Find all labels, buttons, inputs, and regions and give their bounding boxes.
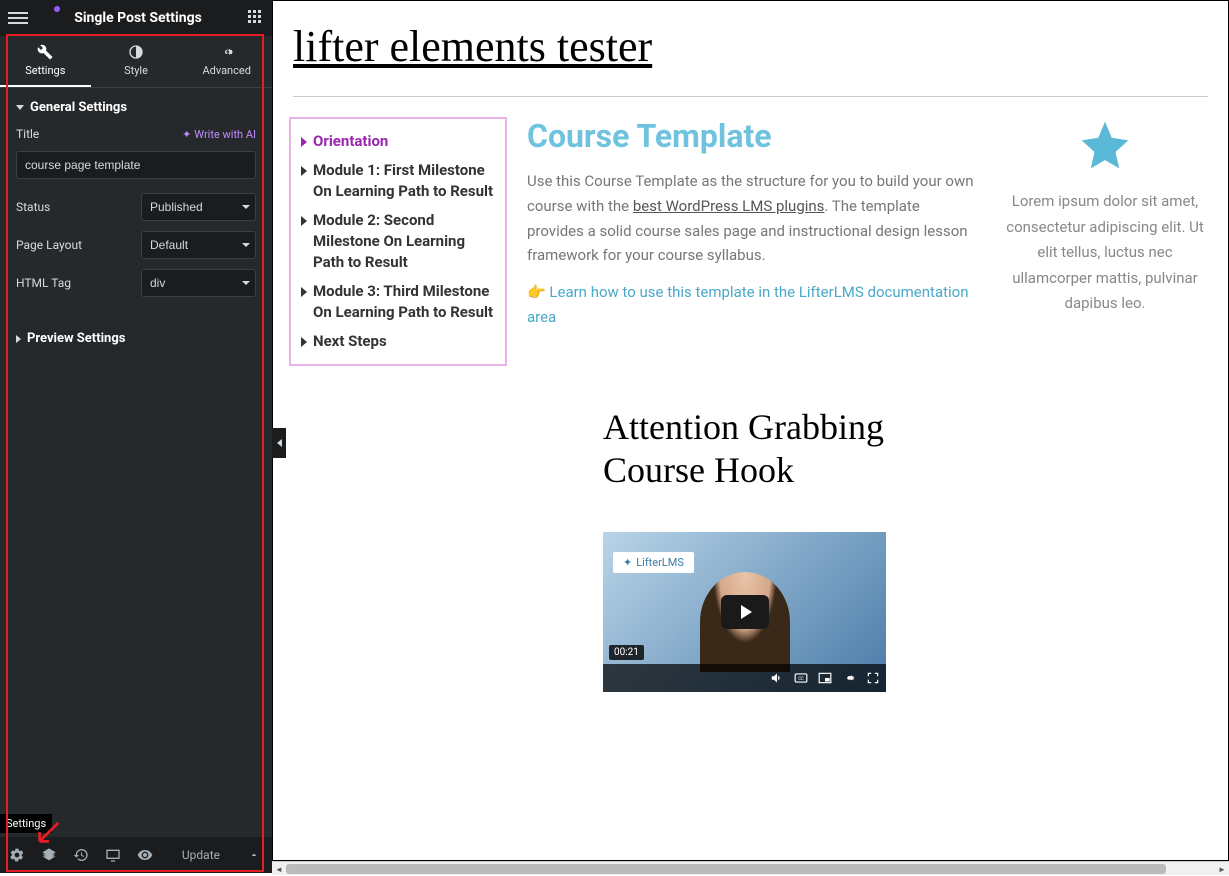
layers-icon	[41, 847, 57, 863]
video-controls: CC	[603, 664, 886, 692]
site-title-link[interactable]: lifter elements tester	[273, 1, 1228, 96]
panel-title: Single Post Settings	[28, 10, 248, 26]
preview-button[interactable]	[136, 846, 154, 864]
collapse-sidebar-button[interactable]	[272, 428, 286, 458]
devices-icon	[105, 847, 121, 863]
widgets-grid-icon[interactable]	[248, 10, 264, 26]
status-select[interactable]	[141, 193, 256, 221]
toc-item[interactable]: Module 3: Third Milestone On Learning Pa…	[295, 277, 501, 327]
chevron-up-icon	[248, 849, 260, 861]
tab-label: Advanced	[202, 64, 250, 77]
scroll-thumb[interactable]	[286, 864, 1166, 874]
play-button[interactable]	[721, 595, 769, 629]
video-brand: ✦ LifterLMS	[613, 552, 694, 573]
caret-right-icon	[16, 335, 21, 343]
publish-options-button[interactable]	[244, 845, 264, 865]
pip-icon[interactable]	[818, 671, 832, 685]
tab-label: Settings	[25, 64, 65, 77]
tab-label: Style	[124, 64, 148, 77]
html-tag-label: HTML Tag	[16, 276, 71, 290]
tab-settings[interactable]: Settings	[0, 36, 91, 87]
scroll-right-arrow[interactable]: ►	[1215, 862, 1229, 876]
toc-item[interactable]: Orientation	[295, 127, 501, 156]
history-icon	[73, 847, 89, 863]
navigator-button[interactable]	[40, 846, 58, 864]
video-time: 00:21	[609, 645, 644, 660]
editor-sidebar: Single Post Settings Settings Style Adva…	[0, 0, 272, 873]
caret-right-icon	[301, 287, 307, 297]
section-title: General Settings	[30, 100, 127, 115]
page-layout-select[interactable]	[141, 231, 256, 259]
scroll-left-arrow[interactable]: ◄	[272, 862, 286, 876]
gear-icon	[9, 847, 25, 863]
fullscreen-icon[interactable]	[866, 671, 880, 685]
lms-plugins-link[interactable]: best WordPress LMS plugins	[633, 197, 825, 215]
svg-text:CC: CC	[798, 676, 804, 681]
panel-tabs: Settings Style Advanced	[0, 36, 272, 88]
settings-panel: General Settings Title ✦ Write with AI S…	[0, 88, 272, 358]
tab-style[interactable]: Style	[91, 36, 182, 87]
video-player[interactable]: ✦ LifterLMS 00:21 CC	[603, 532, 886, 692]
write-with-ai-button[interactable]: ✦ Write with AI	[182, 128, 256, 141]
history-button[interactable]	[72, 846, 90, 864]
hook-heading: Attention Grabbing Course Hook	[603, 406, 903, 492]
bottom-toolbar: Update	[0, 837, 272, 873]
caret-down-icon	[16, 105, 24, 110]
preview-canvas: lifter elements tester Orientation Modul…	[272, 0, 1229, 861]
course-heading: Course Template	[527, 117, 978, 155]
title-label: Title	[16, 127, 39, 141]
title-input[interactable]	[16, 151, 256, 179]
section-title: Preview Settings	[27, 331, 125, 346]
caret-right-icon	[301, 137, 307, 147]
section-preview-settings[interactable]: Preview Settings	[0, 319, 272, 358]
elementor-indicator	[54, 6, 60, 12]
menu-icon[interactable]	[8, 8, 28, 28]
table-of-contents: Orientation Module 1: First Milestone On…	[289, 117, 507, 366]
toc-item[interactable]: Module 1: First Milestone On Learning Pa…	[295, 156, 501, 206]
eye-icon	[137, 847, 153, 863]
toc-item[interactable]: Module 2: Second Milestone On Learning P…	[295, 206, 501, 277]
status-label: Status	[16, 200, 50, 214]
gear-icon	[219, 44, 235, 60]
tab-advanced[interactable]: Advanced	[181, 36, 272, 87]
course-description: Use this Course Template as the structur…	[527, 169, 978, 268]
html-tag-select[interactable]	[141, 269, 256, 297]
section-general-settings[interactable]: General Settings	[0, 88, 272, 127]
caret-right-icon	[301, 166, 307, 176]
cc-icon[interactable]: CC	[794, 671, 808, 685]
learn-link[interactable]: 👉 Learn how to use this template in the …	[527, 280, 978, 330]
sidebar-topbar: Single Post Settings	[0, 0, 272, 36]
settings-button[interactable]	[8, 846, 26, 864]
update-button[interactable]: Update	[172, 844, 230, 866]
wrench-icon	[37, 44, 53, 60]
style-icon	[128, 44, 144, 60]
caret-right-icon	[301, 337, 307, 347]
star-icon	[1077, 117, 1133, 173]
volume-icon[interactable]	[770, 671, 784, 685]
settings-icon[interactable]	[842, 671, 856, 685]
testimonial-text: Lorem ipsum dolor sit amet, consectetur …	[1004, 189, 1206, 317]
responsive-button[interactable]	[104, 846, 122, 864]
page-layout-label: Page Layout	[16, 238, 82, 252]
divider	[293, 96, 1208, 97]
toc-item[interactable]: Next Steps	[295, 327, 501, 356]
settings-tooltip: Settings	[0, 814, 52, 833]
caret-right-icon	[301, 216, 307, 226]
horizontal-scrollbar[interactable]: ◄ ►	[272, 861, 1229, 875]
